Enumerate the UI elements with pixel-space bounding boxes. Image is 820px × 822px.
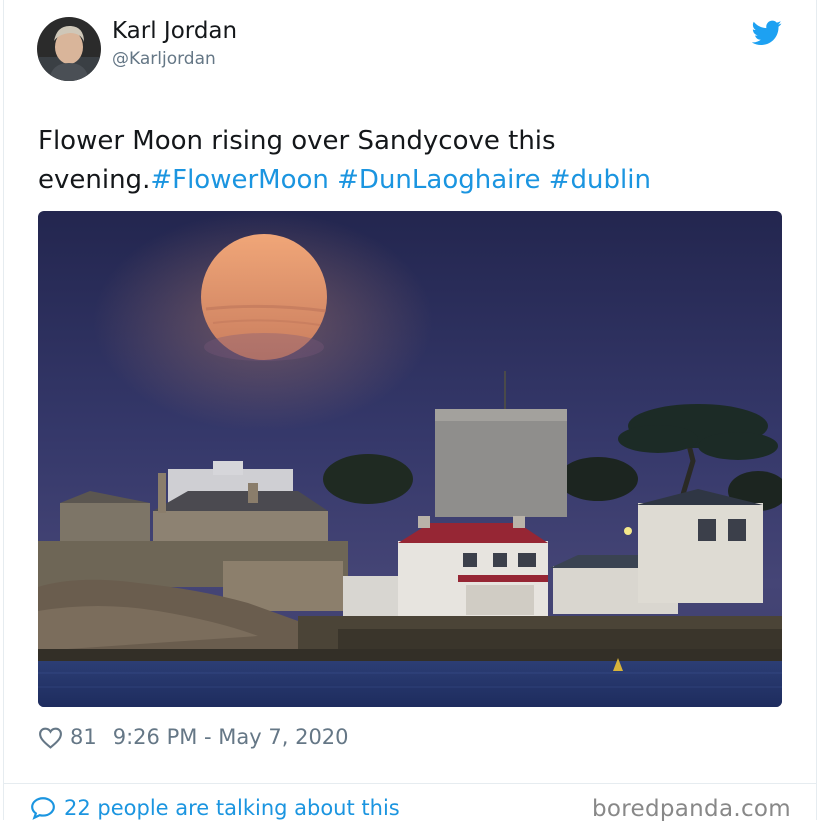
avatar[interactable] (37, 17, 101, 81)
talking-text[interactable]: 22 people are talking about this (64, 796, 400, 820)
twitter-bird-icon[interactable] (752, 20, 782, 46)
hashtag-dublin[interactable]: #dublin (549, 165, 651, 195)
hashtag-dunlaoghaire[interactable]: #DunLaoghaire (337, 165, 540, 195)
conversation-link[interactable]: 22 people are talking about this (30, 796, 400, 820)
tweet-meta: 81 9:26 PM - May 7, 2020 (38, 722, 349, 752)
tweet-text: Flower Moon rising over Sandycove this e… (38, 122, 778, 200)
heart-icon[interactable] (38, 726, 63, 749)
tweet-timestamp[interactable]: 9:26 PM - May 7, 2020 (113, 725, 349, 749)
hashtag-flowermoon[interactable]: #FlowerMoon (150, 165, 329, 195)
divider (3, 783, 817, 784)
tweet-photo[interactable] (38, 211, 782, 707)
speech-bubble-icon (31, 797, 55, 820)
author-name[interactable]: Karl Jordan (112, 18, 237, 44)
watermark: boredpanda.com (592, 796, 791, 822)
author-handle[interactable]: @Karljordan (112, 49, 216, 69)
like-count: 81 (70, 725, 97, 749)
